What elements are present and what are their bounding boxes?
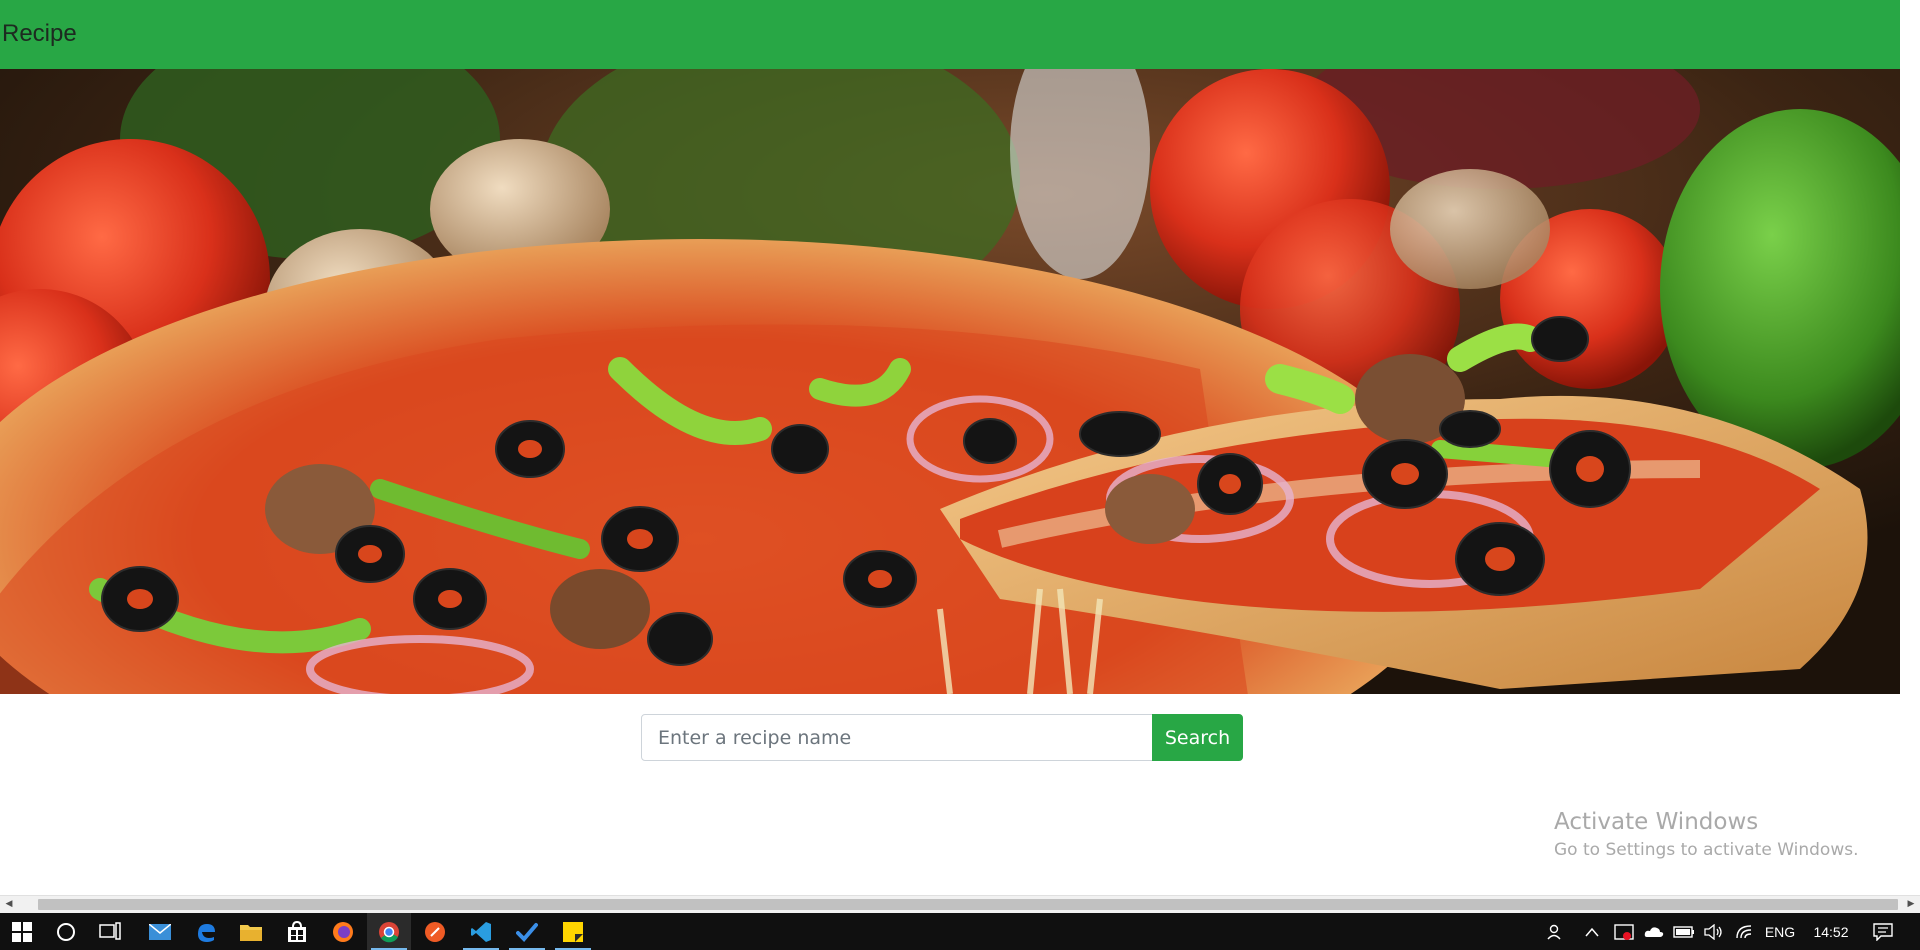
- windows-taskbar: ENG 14:52: [0, 913, 1920, 950]
- clock-time[interactable]: 14:52: [1806, 913, 1856, 950]
- scroll-right-icon[interactable]: ▶: [1902, 896, 1920, 913]
- cortana-icon[interactable]: [44, 913, 88, 950]
- browser-viewport: Recipe Enter a recipe name Search Activa…: [0, 0, 1920, 895]
- scrollbar-thumb[interactable]: [38, 899, 1898, 910]
- file-explorer-icon[interactable]: [229, 913, 273, 950]
- wifi-icon[interactable]: [1730, 913, 1758, 950]
- navbar-brand[interactable]: Recipe: [2, 20, 77, 48]
- pizza-hero-image: [0, 69, 1900, 694]
- recipe-search-form: Search: [641, 714, 1243, 761]
- people-icon[interactable]: [1542, 913, 1570, 950]
- notifications-icon[interactable]: [1866, 913, 1900, 950]
- language-indicator[interactable]: ENG: [1762, 913, 1798, 950]
- volume-icon[interactable]: [1700, 913, 1728, 950]
- horizontal-scrollbar[interactable]: ◀ ▶: [0, 895, 1920, 913]
- watermark-title: Activate Windows: [1554, 809, 1759, 835]
- chrome-icon[interactable]: [367, 913, 411, 950]
- store-icon[interactable]: [275, 913, 319, 950]
- task-view-icon[interactable]: [88, 913, 132, 950]
- activate-windows-watermark: Activate Windows Go to Settings to activ…: [1554, 808, 1859, 864]
- todo-icon[interactable]: [505, 913, 549, 950]
- onedrive-icon[interactable]: [1640, 913, 1668, 950]
- scroll-left-icon[interactable]: ◀: [0, 896, 18, 913]
- navbar: Recipe: [0, 0, 1900, 69]
- mail-icon[interactable]: [138, 913, 182, 950]
- security-icon[interactable]: [1610, 913, 1638, 950]
- postman-icon[interactable]: [413, 913, 457, 950]
- search-button[interactable]: Search: [1152, 714, 1243, 761]
- start-icon[interactable]: [0, 913, 44, 950]
- firefox-icon[interactable]: [321, 913, 365, 950]
- battery-icon[interactable]: [1670, 913, 1698, 950]
- vscode-icon[interactable]: [459, 913, 503, 950]
- watermark-subtitle: Go to Settings to activate Windows.: [1554, 840, 1859, 860]
- edge-icon[interactable]: [184, 913, 228, 950]
- chevron-up-icon[interactable]: [1580, 913, 1604, 950]
- sticky-notes-icon[interactable]: [551, 913, 595, 950]
- recipe-search-input[interactable]: [641, 714, 1153, 761]
